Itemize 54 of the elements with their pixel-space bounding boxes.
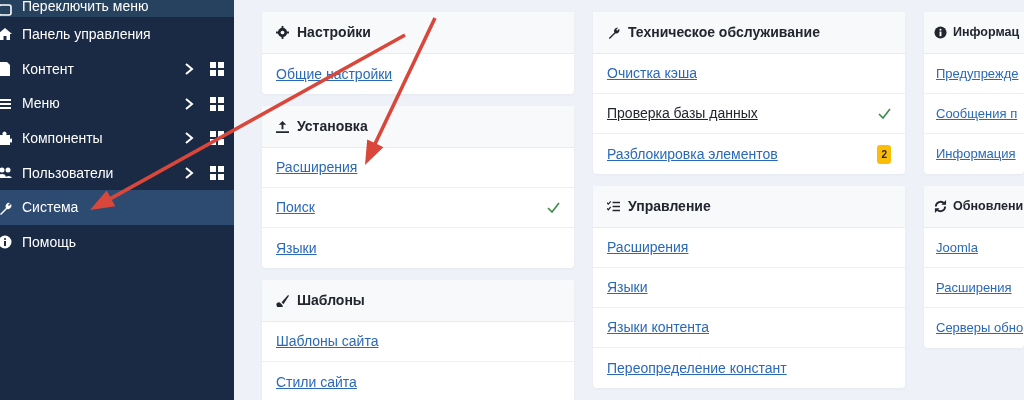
panel-link[interactable]: Языки контента (607, 317, 710, 338)
panel-link[interactable]: Стили сайта (276, 371, 357, 393)
panel-title: Информац (953, 24, 1020, 42)
panel-title: Управление (628, 197, 711, 216)
panel-link[interactable]: Joomla (936, 237, 978, 258)
panel-link[interactable]: Информация (936, 144, 1016, 164)
panel-link[interactable]: Проверка базы данных (607, 103, 758, 124)
refresh-icon (934, 200, 947, 213)
chevron-icon[interactable] (184, 166, 194, 181)
toggle-icon (0, 3, 12, 17)
wrench-icon (0, 200, 12, 215)
panel-link[interactable]: Шаблоны сайта (276, 331, 379, 352)
sidebar-item[interactable]: Система (0, 190, 234, 226)
sidebar-item[interactable]: Пользователи (0, 155, 234, 191)
chevron-icon[interactable] (184, 62, 194, 77)
sidebar-item[interactable]: Меню (0, 86, 234, 122)
panel-link[interactable]: Языки (276, 237, 317, 259)
panel-link[interactable]: Предупрежде (936, 63, 1019, 84)
puzzle-icon (0, 131, 12, 146)
grid-icon[interactable] (210, 166, 224, 181)
sidebar-item[interactable]: Помощь (0, 225, 234, 260)
upload-icon (276, 120, 289, 133)
sidebar-item[interactable]: Переключить меню (0, 0, 234, 17)
panel-title: Техническое обслуживание (628, 23, 820, 42)
home-icon (0, 27, 12, 42)
sidebar-item[interactable]: Компоненты (0, 121, 234, 156)
sidebar-item[interactable]: Контент (0, 51, 234, 87)
users-icon (0, 166, 12, 181)
grid-icon[interactable] (210, 62, 224, 77)
chevron-icon[interactable] (184, 96, 194, 111)
count-badge: 2 (877, 144, 891, 164)
panel-link[interactable]: Очистка кэша (607, 63, 697, 84)
sidebar-item[interactable]: Панель управления (0, 17, 234, 52)
panel-link[interactable]: Языки (607, 277, 648, 298)
panel-link[interactable]: Разблокировка элементов (607, 143, 778, 165)
info-icon (934, 26, 947, 39)
panel-link[interactable]: Расширения (276, 157, 358, 178)
grid-icon[interactable] (210, 96, 224, 111)
chevron-icon[interactable] (184, 131, 194, 146)
panel-link[interactable]: Сообщения п (936, 103, 1018, 124)
panel-title: Обновлени (953, 198, 1024, 216)
panel-link[interactable]: Переопределение констант (607, 357, 787, 379)
document-icon (0, 62, 12, 77)
panel-link[interactable]: Расширения (607, 237, 689, 258)
checklist-icon (607, 200, 620, 213)
wrench-icon (607, 26, 620, 39)
panel-title: Шаблоны (297, 291, 365, 310)
brush-icon (276, 294, 289, 307)
panel-title: Настройки (297, 23, 371, 42)
list-icon (0, 96, 12, 111)
panel-link[interactable]: Расширения (936, 277, 1012, 298)
panel-link[interactable]: Серверы обно (936, 318, 1024, 338)
panel-title: Установка (297, 117, 368, 136)
panel-link[interactable]: Поиск (276, 197, 315, 218)
